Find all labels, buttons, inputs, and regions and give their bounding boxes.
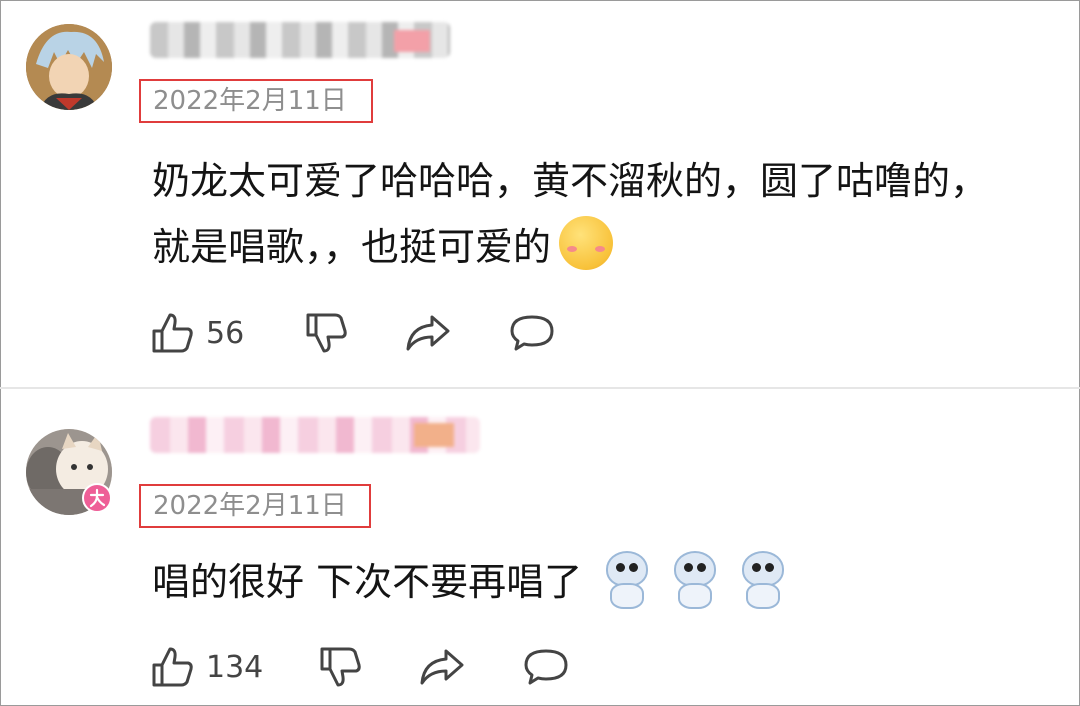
like-count: 134 — [206, 649, 264, 685]
bing-dwen-dwen-emoji-icon — [736, 551, 786, 609]
comment-date: 2022年2月11日 — [139, 79, 373, 123]
thumbs-up-icon — [152, 647, 193, 687]
share-button[interactable] — [418, 642, 466, 692]
comment-text-span: 就是唱歌，，也挺可爱的 — [152, 225, 552, 269]
comment-text-line: 唱的很好 下次不要再唱了 — [152, 560, 583, 604]
avatar[interactable] — [26, 24, 112, 110]
like-count: 56 — [206, 315, 245, 351]
comment-text: 唱的很好 下次不要再唱了 — [152, 549, 786, 615]
shy-face-emoji-icon — [559, 216, 614, 270]
comment-date: 2022年2月11日 — [139, 484, 371, 528]
share-icon — [406, 315, 450, 351]
share-icon — [420, 649, 464, 685]
like-button[interactable]: 134 — [150, 642, 263, 692]
comment-text-line: 奶龙太可爱了哈哈哈，黄不溜秋的，圆了咕噜的， — [152, 159, 989, 203]
comment-item: 2022年2月11日 奶龙太可爱了哈哈哈，黄不溜秋的，圆了咕噜的， 就是唱歌，，… — [0, 0, 1080, 388]
comment-text-line-2: 就是唱歌，，也挺可爱的 — [152, 214, 988, 280]
bing-dwen-dwen-emoji-icon — [600, 551, 650, 609]
thumbs-down-icon — [306, 313, 347, 353]
reply-button[interactable] — [508, 308, 556, 358]
thumbs-down-icon — [320, 647, 361, 687]
dislike-button[interactable] — [318, 642, 362, 692]
comment-text: 奶龙太可爱了哈哈哈，黄不溜秋的，圆了咕噜的， 就是唱歌，，也挺可爱的 — [152, 148, 988, 280]
comment-item: 2022年2月11日 唱的很好 下次不要再唱了 134 — [0, 389, 1080, 706]
username-blurred[interactable] — [150, 22, 450, 58]
share-button[interactable] — [404, 308, 452, 358]
thumbs-up-icon — [152, 313, 193, 353]
comment-icon — [510, 315, 554, 351]
comment-icon — [524, 649, 568, 685]
dislike-button[interactable] — [304, 308, 348, 358]
username-blurred[interactable] — [150, 417, 480, 453]
vip-badge-icon — [82, 483, 112, 513]
like-button[interactable]: 56 — [150, 308, 244, 358]
reply-button[interactable] — [522, 642, 570, 692]
bing-dwen-dwen-emoji-icon — [668, 551, 718, 609]
